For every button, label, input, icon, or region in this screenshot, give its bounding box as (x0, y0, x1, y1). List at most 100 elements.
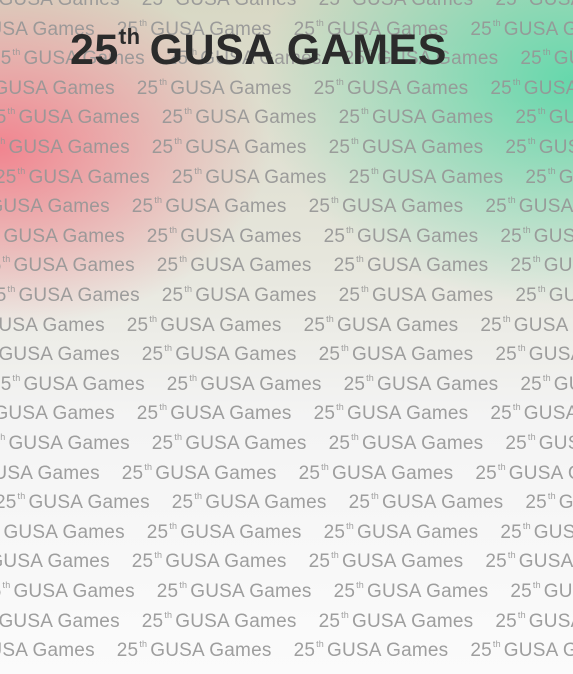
pattern-row: 25thGUSA Games 25thGUSA Games 25thGUSA Gam… (0, 639, 573, 662)
pattern-text: 25thGUSA Games (328, 432, 484, 454)
pattern-text: 25thGUSA Games (151, 432, 307, 454)
pattern-text: 25thGUSA Games (0, 521, 125, 543)
pattern-text: 25thGUSA Games (510, 254, 573, 277)
pattern-text: 25thGUSA Games (0, 136, 130, 158)
pattern-text: 25thGUSA Games (495, 343, 573, 366)
pattern-text: 25thGUSA Games (131, 550, 287, 573)
pattern-text: 25thGUSA Games (0, 610, 120, 632)
pattern-text: 25thGUSA Games (525, 165, 573, 188)
pattern-row: 25thGUSA Games 25thGUSA Games 25thGUSA Gam… (0, 166, 573, 189)
pattern-text: 25thGUSA Games (121, 461, 277, 484)
pattern-text: 25thGUSA Games (348, 491, 504, 514)
pattern-text: 25thGUSA Games (525, 491, 573, 514)
pattern-text: 25thGUSA Games (323, 224, 479, 247)
pattern-row: 25thGUSA Games 25thGUSA Games 25thGUSA Gam… (0, 254, 573, 277)
pattern-text: 25thGUSA Games (0, 372, 145, 395)
pattern-text: 25thGUSA Games (136, 76, 292, 99)
pattern-text: 25thGUSA Games (0, 284, 140, 306)
pattern-text: 25thGUSA Games (480, 313, 573, 336)
pattern-text: 25thGUSA Games (319, 0, 474, 11)
pattern-text: 25thGUSA Games (475, 461, 573, 484)
pattern-text: 25thGUSA Games (308, 550, 464, 573)
pattern-text: 25thGUSA Games (0, 403, 115, 425)
pattern-text: 25thGUSA Games (0, 254, 135, 277)
pattern-text: 25thGUSA Games (293, 639, 449, 662)
pattern-text: 25thGUSA Games (136, 402, 292, 425)
pattern-text: 25thGUSA Games (131, 195, 287, 218)
pattern-text: 25thGUSA Games (348, 165, 504, 188)
pattern-text: 25thGUSA Games (146, 520, 302, 543)
pattern-text: 25thGUSA Games (333, 580, 489, 602)
pattern-text: 25thGUSA Games (318, 609, 474, 632)
pattern-text: 25thGUSA Games (338, 106, 494, 129)
pattern-text: 25thGUSA Games (0, 314, 105, 336)
page-title: 25th GUSA GAMES (70, 24, 447, 75)
pattern-row: 25thGUSA Games 25thGUSA Games 25thGUSA Gam… (0, 610, 573, 633)
pattern-text: 25thGUSA Games (485, 550, 573, 573)
pattern-row: 25thGUSA Games 25thGUSA Games 25thGUSA Gam… (0, 225, 573, 248)
pattern-text: 25thGUSA Games (141, 609, 297, 632)
pattern-text: 25thGUSA Games (515, 284, 573, 306)
pattern-text: 25thGUSA Games (0, 551, 110, 573)
pattern-text: 25thGUSA Games (490, 76, 573, 99)
pattern-text: 25thGUSA Games (333, 254, 489, 277)
pattern-text: 25thGUSA Games (500, 224, 573, 247)
pattern-row: 25thGUSA Games 25thGUSA Games 25thGUSA Gam… (0, 462, 573, 485)
pattern-text: 25thGUSA Games (313, 76, 469, 99)
pattern-row: 25thGUSA Games 25thGUSA Games 25thGUSA Gam… (0, 284, 573, 307)
pattern-text: 25thGUSA Games (116, 639, 272, 662)
pattern-text: 25thGUSA Games (313, 402, 469, 425)
pattern-text: 25thGUSA Games (0, 196, 110, 218)
pattern-text: 25thGUSA Games (505, 136, 573, 158)
pattern-text: 25thGUSA Games (520, 47, 573, 70)
pattern-text: 25thGUSA Games (500, 520, 573, 543)
pattern-text: 25thGUSA Games (171, 165, 327, 188)
pattern-text: 25thGUSA Games (323, 520, 479, 543)
pattern-row: 25thGUSA Games 25thGUSA Games 25thGUSA Gam… (0, 373, 573, 396)
pattern-text: 25thGUSA Games (0, 106, 140, 129)
title-text: GUSA GAMES (149, 26, 447, 74)
pattern-text: 25thGUSA Games (485, 195, 573, 218)
pattern-text: 25thGUSA Games (318, 343, 474, 366)
pattern-text: 25thGUSA Games (161, 284, 317, 306)
pattern-text: 25thGUSA Games (0, 580, 135, 602)
pattern-text: 25thGUSA Games (142, 0, 297, 11)
pattern-text: 25thGUSA Games (308, 195, 464, 218)
pattern-text: 25thGUSA Games (495, 609, 573, 632)
pattern-text: 25thGUSA Games (0, 344, 120, 366)
pattern-row: 25thGUSA Games 25thGUSA Games 25thGUSA Gam… (0, 195, 573, 218)
pattern-text: 25thGUSA Games (520, 372, 573, 395)
pattern-text: 25thGUSA Games (298, 461, 454, 484)
pattern-text: 25thGUSA Games (171, 491, 327, 514)
pattern-text: 25thGUSA Games (166, 372, 322, 395)
pattern-text: 25thGUSA Games (151, 136, 307, 158)
pattern-row: 25thGUSA Games 25thGUSA Games 25thGUSA Gam… (0, 402, 573, 425)
pattern-text: 25thGUSA Games (490, 402, 573, 425)
pattern-text: 25thGUSA Games (0, 462, 100, 484)
pattern-row: 25thGUSA Games 25thGUSA Games 25thGUSA Gam… (0, 314, 573, 337)
pattern-text: 25thGUSA Games (0, 640, 95, 662)
pattern-row: 25thGUSA Games 25thGUSA Games 25thGUSA Gam… (0, 432, 573, 455)
pattern-text: 25thGUSA Games (0, 432, 130, 454)
pattern-text: 25thGUSA Games (303, 313, 459, 336)
title-suffix: th (118, 24, 141, 49)
pattern-text: 25thGUSA Games (0, 491, 150, 514)
pattern-row: 25thGUSA Games 25thGUSA Games 25thGUSA Gam… (0, 106, 573, 129)
pattern-row: 25thGUSA Games 25thGUSA Games 25thGUSA Gam… (0, 343, 573, 366)
pattern-text: 25thGUSA Games (495, 0, 573, 11)
pattern-text: 25thGUSA Games (161, 106, 317, 129)
pattern-text: 25thGUSA Games (141, 343, 297, 366)
pattern-text: 25thGUSA Games (470, 639, 573, 662)
pattern-text: 25thGUSA Games (156, 254, 312, 277)
pattern-text: 25thGUSA Games (0, 77, 115, 99)
pattern-text: 25thGUSA Games (156, 580, 312, 602)
pattern-row: 25thGUSA Games 25thGUSA Games 25thGUSA Gam… (0, 491, 573, 514)
pattern-text: 25thGUSA Games (515, 106, 573, 129)
pattern-row: 25thGUSA Games 25thGUSA Games 25thGUSA Gam… (0, 580, 573, 603)
pattern-row: 25thGUSA Games 25thGUSA Games 25thGUSA Gam… (0, 550, 573, 573)
pattern-text: 25thGUSA Games (343, 372, 499, 395)
pattern-row: 25thGUSA Games 25thGUSA Games 25thGUSA Gam… (0, 77, 573, 100)
pattern-text: 25thGUSA Games (510, 580, 573, 602)
pattern-row: 25thGUSA Games 25thGUSA Games 25thGUSA Gam… (0, 521, 573, 544)
title-number: 25 (70, 26, 119, 74)
